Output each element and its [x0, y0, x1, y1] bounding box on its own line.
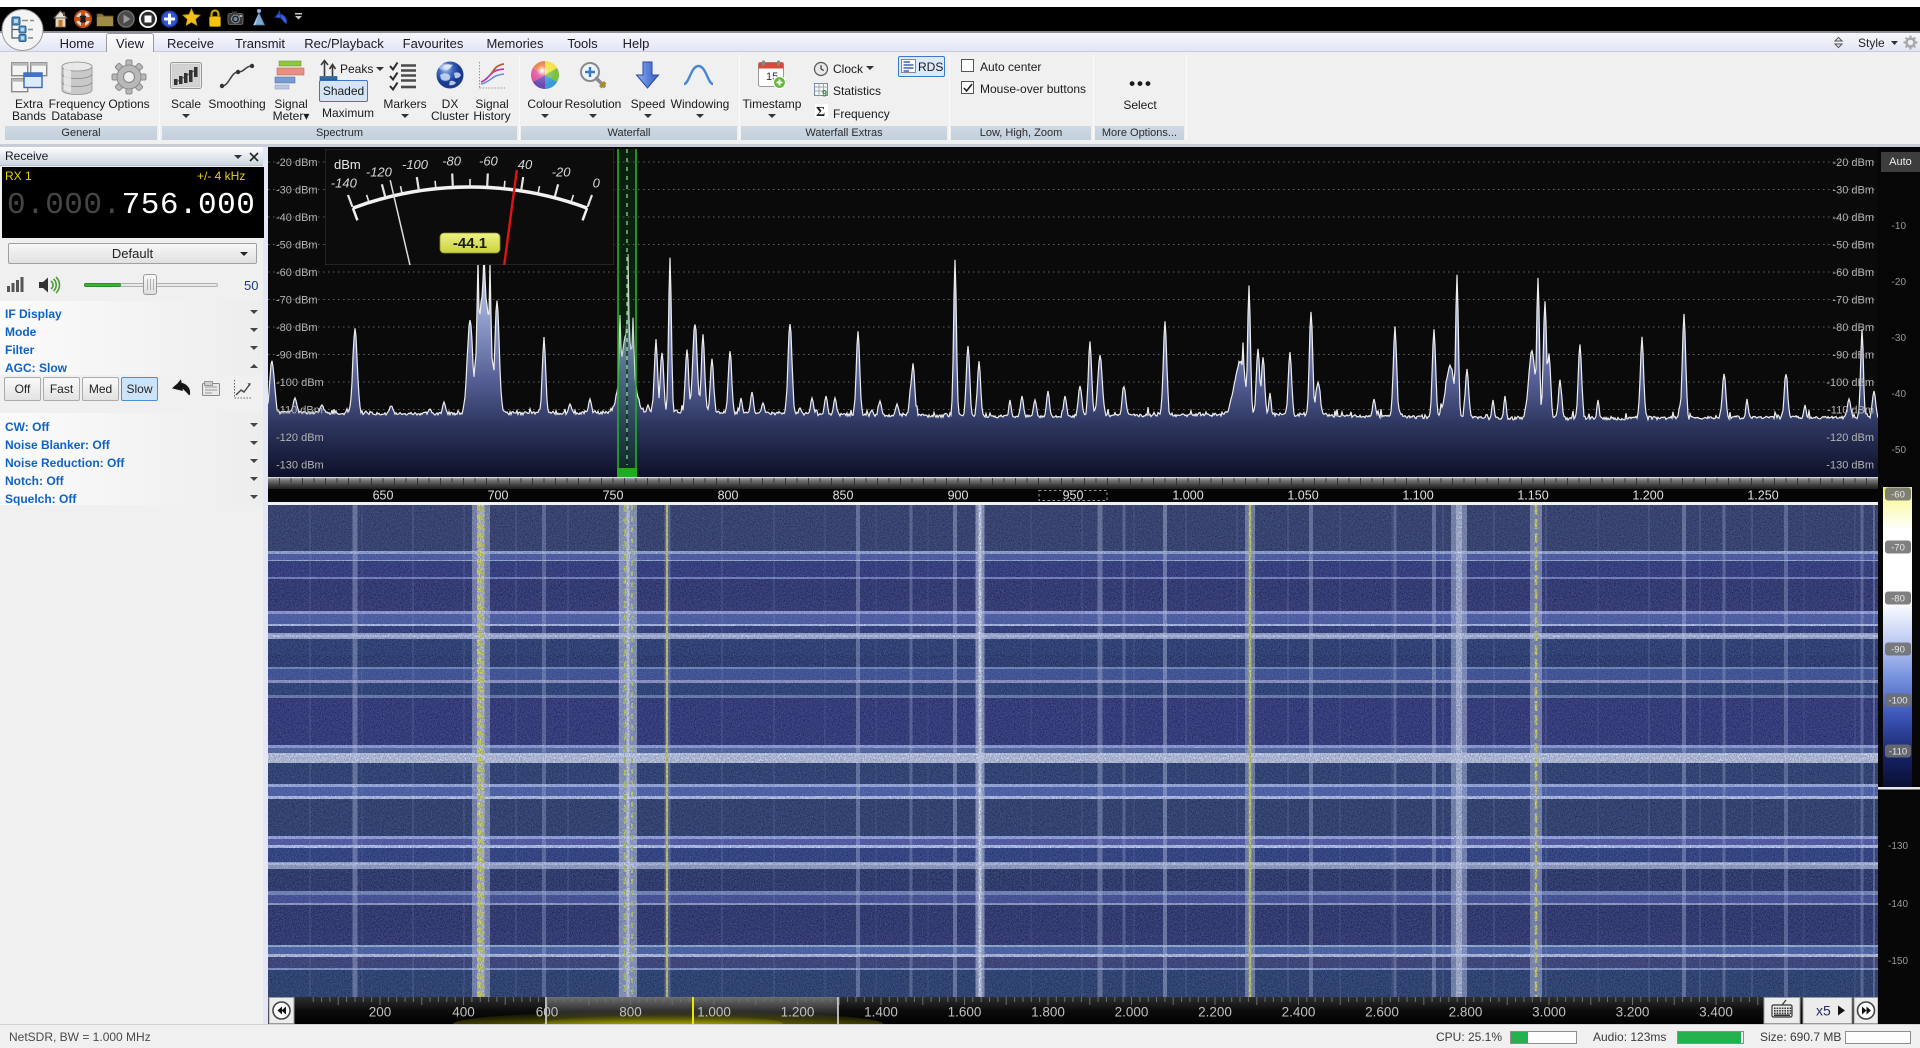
svg-text:-40 dBm: -40 dBm	[1832, 212, 1874, 224]
svg-text:-90: -90	[1891, 645, 1905, 656]
svg-text:850: 850	[833, 489, 854, 503]
svg-text:Σ: Σ	[816, 105, 825, 120]
svg-text:-130 dBm: -130 dBm	[276, 460, 324, 472]
svg-text:1.000: 1.000	[1172, 489, 1203, 503]
svg-text:700: 700	[488, 489, 509, 503]
svg-text:-10: -10	[1892, 221, 1907, 232]
svg-text:1.400: 1.400	[864, 1005, 898, 1020]
svg-text:-50 dBm: -50 dBm	[276, 240, 318, 252]
svg-text:2.200: 2.200	[1198, 1005, 1232, 1020]
svg-text:0: 0	[593, 176, 601, 191]
svg-text:-20: -20	[1892, 277, 1907, 288]
svg-text:1.200: 1.200	[781, 1005, 815, 1020]
svg-text:-120 dBm: -120 dBm	[1826, 432, 1874, 444]
svg-text:3.400: 3.400	[1699, 1005, 1733, 1020]
svg-text:1.000: 1.000	[697, 1005, 731, 1020]
svg-text:-30: -30	[1892, 333, 1907, 344]
svg-text:-110 dBm: -110 dBm	[1827, 405, 1874, 417]
svg-text:-100: -100	[402, 157, 429, 172]
svg-text:-130 dBm: -130 dBm	[1826, 460, 1874, 472]
svg-text:3.000: 3.000	[1532, 1005, 1566, 1020]
svg-text:-80 dBm: -80 dBm	[276, 322, 318, 334]
svg-text:-120: -120	[366, 165, 393, 180]
svg-text:-50: -50	[1892, 445, 1907, 456]
svg-text:-20: -20	[552, 165, 572, 180]
svg-text:-70 dBm: -70 dBm	[276, 295, 318, 307]
svg-text:-30 dBm: -30 dBm	[276, 185, 318, 197]
svg-text:-20 dBm: -20 dBm	[1832, 157, 1874, 169]
svg-text:200: 200	[369, 1005, 392, 1020]
svg-text:-70 dBm: -70 dBm	[1832, 295, 1874, 307]
svg-text:400: 400	[452, 1005, 475, 1020]
svg-text:1.800: 1.800	[1031, 1005, 1065, 1020]
svg-text:650: 650	[373, 489, 394, 503]
svg-text:1.200: 1.200	[1632, 489, 1663, 503]
svg-text:1.250: 1.250	[1747, 489, 1778, 503]
svg-text:-50 dBm: -50 dBm	[1832, 240, 1874, 252]
svg-text:-120 dBm: -120 dBm	[276, 432, 324, 444]
svg-text:-150: -150	[1888, 956, 1908, 967]
svg-text:-140: -140	[331, 176, 358, 191]
svg-text:-100: -100	[1888, 696, 1907, 707]
svg-text:-110: -110	[1889, 747, 1907, 758]
svg-text:600: 600	[536, 1005, 559, 1020]
svg-text:-100 dBm: -100 dBm	[276, 377, 324, 389]
svg-text:-100 dBm: -100 dBm	[1826, 377, 1874, 389]
svg-text:-60: -60	[1891, 490, 1905, 501]
svg-text:2.400: 2.400	[1282, 1005, 1316, 1020]
svg-text:-60: -60	[479, 154, 499, 169]
svg-text:-20 dBm: -20 dBm	[276, 157, 318, 169]
svg-text:-90 dBm: -90 dBm	[276, 350, 318, 362]
svg-text:800: 800	[718, 489, 739, 503]
svg-text:1.600: 1.600	[948, 1005, 982, 1020]
svg-text:800: 800	[619, 1005, 642, 1020]
svg-text:-70: -70	[1891, 543, 1905, 554]
svg-text:-90 dBm: -90 dBm	[1832, 350, 1874, 362]
svg-text:-80 dBm: -80 dBm	[1832, 322, 1874, 334]
svg-text:Style: Style	[1858, 36, 1885, 50]
svg-text:-60 dBm: -60 dBm	[1832, 267, 1874, 279]
svg-text:1.050: 1.050	[1287, 489, 1318, 503]
svg-text:-40: -40	[1892, 389, 1907, 400]
svg-text:1.100: 1.100	[1402, 489, 1433, 503]
svg-text:-40 dBm: -40 dBm	[276, 212, 318, 224]
svg-text:-80: -80	[442, 154, 462, 169]
svg-text:2.600: 2.600	[1365, 1005, 1399, 1020]
svg-text:-110 dBm: -110 dBm	[276, 405, 323, 417]
svg-text:-30 dBm: -30 dBm	[1832, 185, 1874, 197]
svg-text:900: 900	[948, 489, 969, 503]
svg-text:3.200: 3.200	[1616, 1005, 1650, 1020]
svg-text:-130: -130	[1888, 841, 1908, 852]
svg-text:-80: -80	[1891, 594, 1905, 605]
svg-text:750: 750	[603, 489, 624, 503]
svg-text:2.000: 2.000	[1115, 1005, 1149, 1020]
svg-text:9: 9	[822, 89, 827, 99]
svg-text:1.150: 1.150	[1517, 489, 1548, 503]
svg-text:x5: x5	[1816, 1003, 1831, 1019]
svg-text:dBm: dBm	[334, 157, 361, 172]
svg-text:-60 dBm: -60 dBm	[276, 267, 318, 279]
svg-text:-44.1: -44.1	[453, 235, 487, 252]
svg-text:2.800: 2.800	[1449, 1005, 1483, 1020]
svg-text:40: 40	[518, 157, 533, 172]
svg-text:-140: -140	[1888, 899, 1908, 910]
